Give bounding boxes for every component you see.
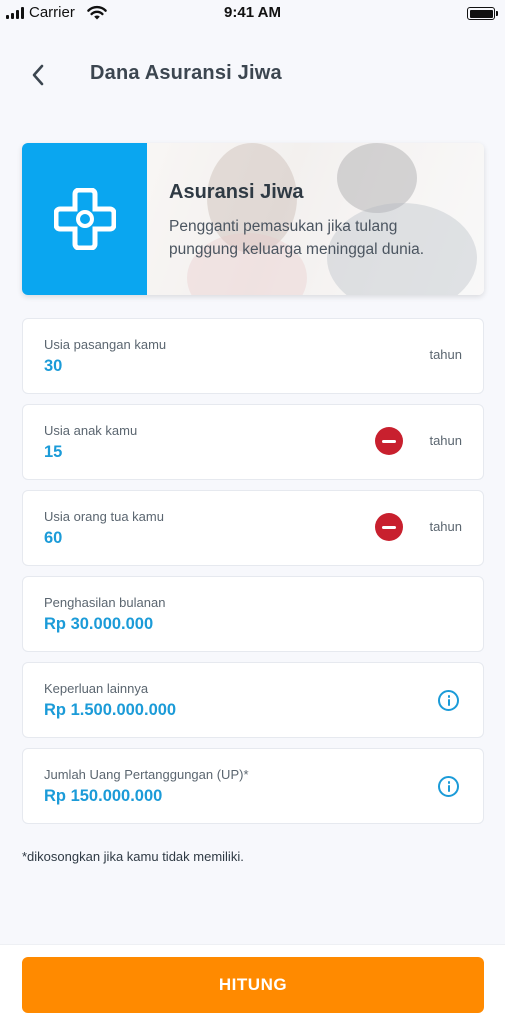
field-label: Keperluan lainnya (44, 681, 149, 696)
field-value[interactable]: 60 (44, 529, 62, 548)
banner-title: Asuransi Jiwa (169, 181, 304, 203)
remove-child-button[interactable] (375, 427, 403, 455)
battery-icon (467, 7, 498, 20)
page-title: Dana Asuransi Jiwa (90, 62, 282, 84)
other-needs-field[interactable]: Keperluan lainnya Rp 1.500.000.000 (22, 662, 484, 738)
status-time: 9:41 AM (224, 4, 281, 21)
footnote: *dikosongkan jika kamu tidak memiliki. (22, 849, 244, 864)
field-value[interactable]: Rp 30.000.000 (44, 615, 153, 634)
coverage-amount-field[interactable]: Jumlah Uang Pertanggungan (UP)* Rp 150.0… (22, 748, 484, 824)
parent-age-field[interactable]: Usia orang tua kamu 60 tahun (22, 490, 484, 566)
field-label: Jumlah Uang Pertanggungan (UP)* (44, 767, 249, 782)
info-icon[interactable] (438, 776, 459, 797)
chevron-left-icon (32, 64, 44, 86)
field-label: Usia anak kamu (44, 423, 138, 438)
remove-parent-button[interactable] (375, 513, 403, 541)
minus-icon (382, 525, 396, 529)
field-label: Usia orang tua kamu (44, 509, 164, 524)
minus-icon (382, 439, 396, 443)
nav-header: Dana Asuransi Jiwa (0, 50, 505, 100)
back-button[interactable] (26, 60, 50, 90)
status-bar: Carrier 9:41 AM (0, 0, 505, 28)
insurance-banner: Asuransi Jiwa Pengganti pemasukan jika t… (22, 143, 484, 295)
banner-description: Pengganti pemasukan jika tulang punggung… (169, 218, 425, 258)
medical-cross-icon (53, 188, 116, 250)
field-unit: tahun (429, 433, 462, 448)
field-label: Penghasilan bulanan (44, 595, 166, 610)
field-unit: tahun (429, 519, 462, 534)
field-value[interactable]: Rp 150.000.000 (44, 787, 162, 806)
calculate-button[interactable]: HITUNG (22, 957, 484, 1013)
info-icon[interactable] (438, 690, 459, 711)
field-value[interactable]: 15 (44, 443, 62, 462)
field-value[interactable]: 30 (44, 357, 62, 376)
monthly-income-field[interactable]: Penghasilan bulanan Rp 30.000.000 (22, 576, 484, 652)
child-age-field[interactable]: Usia anak kamu 15 tahun (22, 404, 484, 480)
field-label: Usia pasangan kamu (44, 337, 167, 352)
spouse-age-field[interactable]: Usia pasangan kamu 30 tahun (22, 318, 484, 394)
field-unit: tahun (429, 347, 462, 362)
field-value[interactable]: Rp 1.500.000.000 (44, 701, 176, 720)
banner-icon-box (22, 143, 147, 295)
